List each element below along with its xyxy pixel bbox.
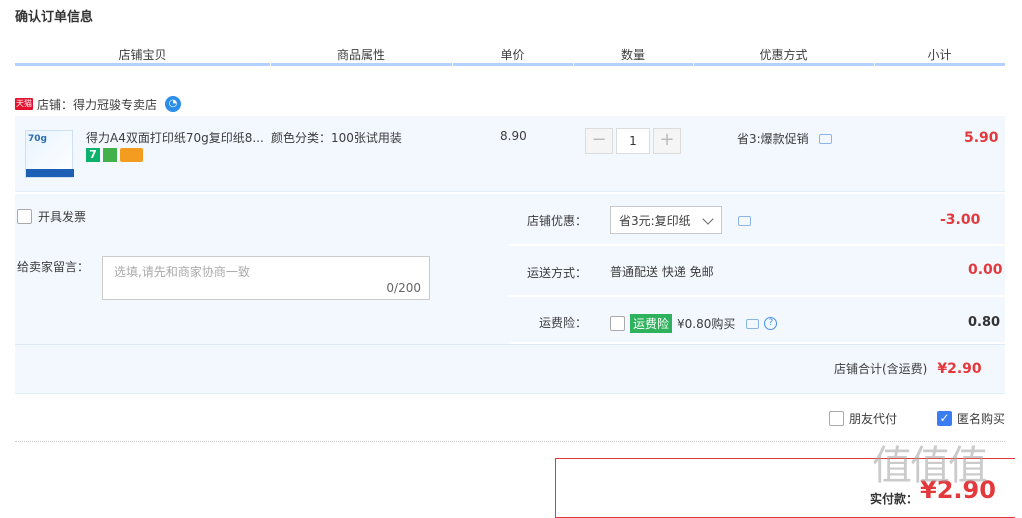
column-header-subtotal: 小计 bbox=[874, 46, 1006, 66]
insurance-badge: 运费险 bbox=[630, 314, 673, 333]
thumbnail-text: 70g bbox=[28, 134, 47, 144]
product-thumbnail[interactable]: 70g bbox=[25, 130, 74, 178]
column-header-quantity: 数量 bbox=[573, 46, 694, 66]
column-header-discount: 优惠方式 bbox=[693, 46, 875, 66]
shop-row: 天猫 店铺：得力冠骏专卖店 ◔ bbox=[15, 94, 182, 114]
credit-card-icon[interactable] bbox=[120, 148, 143, 162]
column-header-unit-price: 单价 bbox=[452, 46, 574, 66]
anonymous-label: 匿名购买 bbox=[957, 412, 1006, 426]
shipping-method: 普通配送 快递 免邮 bbox=[610, 265, 714, 279]
insurance-amount: 0.80 bbox=[968, 315, 1001, 330]
shop-discount-label: 店铺优惠： bbox=[526, 214, 587, 228]
message-label: 给卖家留言： bbox=[17, 260, 90, 274]
shipping-amount: 0.00 bbox=[968, 262, 1003, 278]
seller-message-input[interactable]: 选填,请先和商家协商一致 0/200 bbox=[102, 256, 430, 300]
shop-total-label: 店铺合计(含运费) bbox=[834, 362, 928, 376]
anonymous-checkbox[interactable]: ✓ bbox=[937, 411, 952, 426]
quantity-input[interactable]: 1 bbox=[616, 128, 650, 154]
help-icon[interactable]: ? bbox=[764, 317, 778, 330]
friend-pay-checkbox[interactable] bbox=[829, 411, 844, 426]
quantity-minus-button[interactable]: − bbox=[585, 128, 613, 154]
shop-discount-row: 店铺优惠： bbox=[509, 194, 1005, 246]
invoice-checkbox[interactable] bbox=[17, 209, 32, 224]
shop-discount-select[interactable]: 省3元:复印纸 bbox=[610, 206, 722, 234]
item-row: 70g 得力A4双面打印纸70g复印纸8... 7 颜色分类：100张试用装 8… bbox=[15, 116, 1005, 192]
invoice-label: 开具发票 bbox=[38, 210, 87, 224]
shop-guarantee-icon[interactable] bbox=[103, 148, 117, 162]
shipping-row: 运送方式： bbox=[509, 246, 1005, 297]
product-name[interactable]: 得力A4双面打印纸70g复印纸8... bbox=[86, 129, 266, 146]
chevron-down-icon bbox=[702, 213, 714, 225]
friend-pay-option: 朋友代付 bbox=[829, 410, 897, 427]
shop-discount-amount: -3.00 bbox=[940, 212, 981, 228]
tmall-badge: 天猫 bbox=[15, 98, 33, 110]
shop-discount-value: 省3元:复印纸 bbox=[619, 213, 691, 228]
friend-pay-label: 朋友代付 bbox=[849, 412, 898, 426]
shop-name[interactable]: 店铺：得力冠骏专卖店 bbox=[37, 96, 157, 113]
shipping-label: 运送方式： bbox=[526, 266, 587, 280]
wangwang-chat-icon[interactable]: ◔ bbox=[165, 96, 182, 112]
promo-label: 省3:爆款促销 bbox=[737, 132, 809, 146]
thumbnail-band bbox=[26, 169, 74, 177]
unit-price: 8.90 bbox=[500, 129, 527, 143]
insurance-checkbox[interactable] bbox=[610, 316, 625, 331]
invoice-option: 开具发票 bbox=[17, 208, 86, 225]
seven-day-return-icon[interactable]: 7 bbox=[86, 148, 100, 162]
insurance-price: ¥0.80购买 bbox=[677, 317, 736, 331]
insurance-label: 运费险： bbox=[538, 316, 587, 330]
quantity-plus-button[interactable]: + bbox=[653, 128, 681, 154]
quantity-stepper: − 1 + bbox=[585, 128, 681, 154]
payment-label: 实付款： bbox=[870, 492, 919, 506]
watermark-logo: 值值值 bbox=[872, 443, 988, 489]
product-attribute: 颜色分类：100张试用装 bbox=[271, 131, 402, 145]
message-counter: 0/200 bbox=[386, 281, 421, 295]
insurance-chat-icon[interactable] bbox=[746, 318, 760, 329]
discount-chat-icon[interactable] bbox=[738, 216, 751, 226]
shipping-insurance-option: 运费险 ¥0.80购买 ? bbox=[610, 314, 778, 333]
chat-bubble-icon[interactable] bbox=[818, 133, 832, 144]
shop-total-value: ¥2.90 bbox=[937, 360, 982, 377]
page-title: 确认订单信息 bbox=[15, 10, 94, 25]
promo: 省3:爆款促销 bbox=[737, 130, 832, 147]
item-subtotal: 5.90 bbox=[964, 130, 999, 146]
message-placeholder: 选填,请先和商家协商一致 bbox=[114, 265, 250, 279]
service-badges: 7 bbox=[86, 148, 143, 162]
column-header-shop-item: 店铺宝贝 bbox=[15, 46, 271, 66]
anonymous-purchase-option: ✓ 匿名购买 bbox=[937, 410, 1005, 427]
shop-total: 店铺合计(含运费) ¥2.90 bbox=[834, 360, 982, 377]
column-headers: 店铺宝贝 商品属性 单价 数量 优惠方式 小计 bbox=[15, 44, 1006, 66]
column-header-attributes: 商品属性 bbox=[270, 46, 453, 66]
